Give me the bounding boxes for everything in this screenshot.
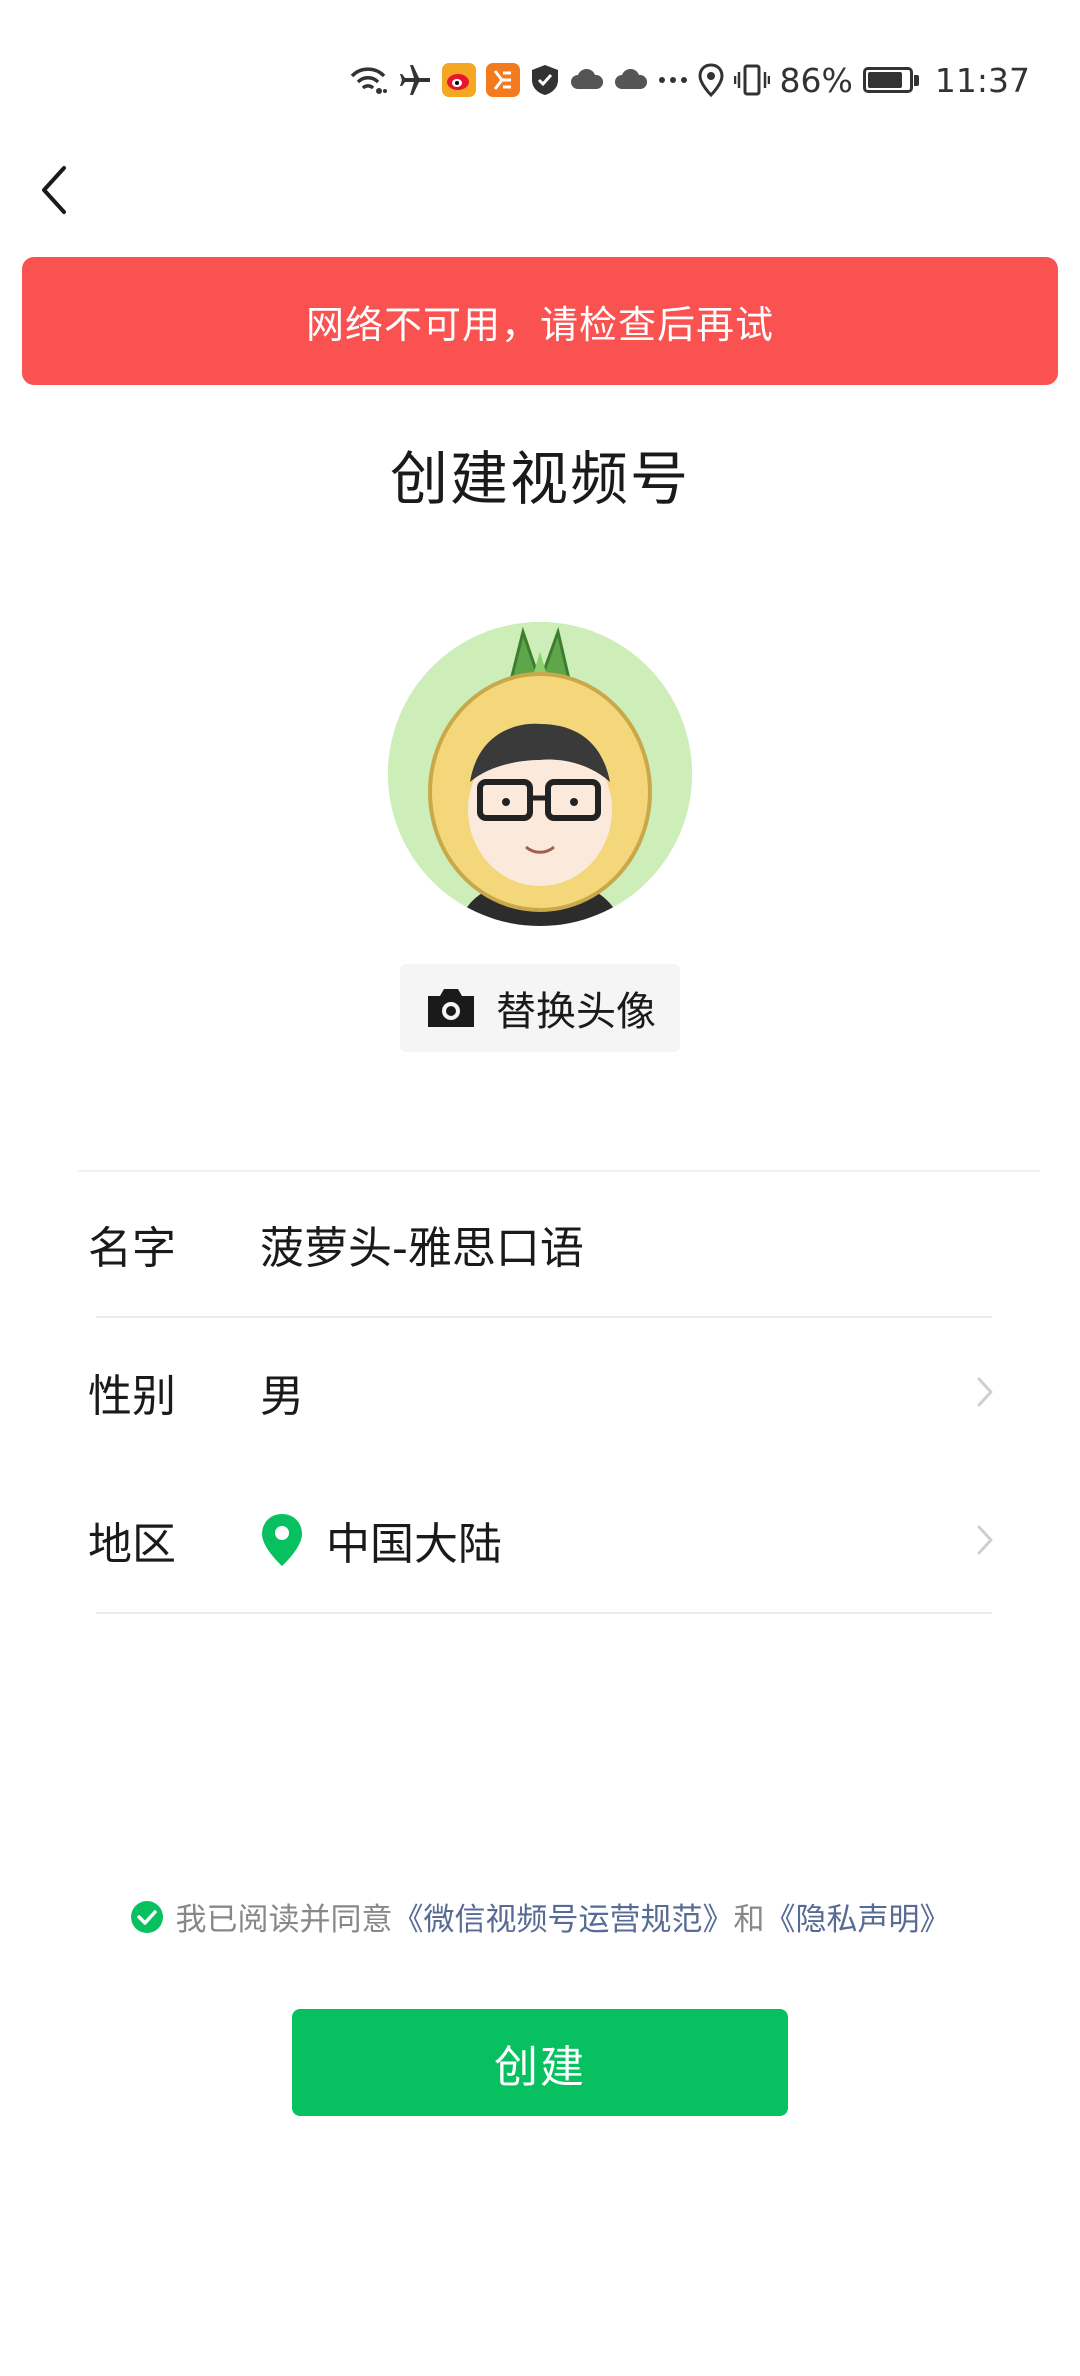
app-icon [485,63,520,97]
chevron-right-icon [976,1376,994,1408]
gender-row[interactable]: 性别 男 [0,1318,1080,1466]
name-field[interactable]: 菠萝头-雅思口语 [260,1212,584,1276]
network-error-text: 网络不可用，请检查后再试 [305,302,774,347]
create-button-label: 创建 [494,2041,586,2093]
wifi-icon [348,64,388,96]
operation-rules-link[interactable]: 《微信视频号运营规范》 [393,1902,734,1938]
gender-label: 性别 [88,1371,176,1422]
agreement-row: 我已阅读并同意《微信视频号运营规范》和《隐私声明》 [0,1894,1080,1939]
network-error-banner: 网络不可用，请检查后再试 [22,257,1058,385]
page-title: 创建视频号 [389,445,690,513]
battery-icon [862,67,919,93]
name-value: 菠萝头-雅思口语 [260,1223,584,1274]
agreement-conjunction: 和 [733,1902,765,1938]
check-circle-icon [130,1900,163,1933]
gender-value: 男 [260,1371,304,1422]
location-pin-icon [262,1514,302,1566]
avatar[interactable] [388,622,692,926]
chevron-right-icon [976,1524,994,1556]
status-bar: 86% 11:37 [348,52,1030,108]
battery-percent: 86% [779,60,853,100]
change-avatar-label: 替换头像 [496,989,656,1035]
chevron-left-icon [42,166,66,214]
clock: 11:37 [934,60,1030,100]
name-label: 名字 [88,1223,176,1274]
change-avatar-button[interactable]: 替换头像 [400,964,680,1052]
shield-icon [530,63,560,97]
back-button[interactable] [26,160,82,220]
more-icon [658,75,688,85]
region-value: 中国大陆 [326,1519,502,1570]
region-label: 地区 [88,1519,176,1570]
region-value-group: 中国大陆 [260,1508,502,1572]
agreement-prefix: 我已阅读并同意 [175,1902,393,1938]
privacy-statement-link[interactable]: 《隐私声明》 [765,1902,951,1938]
cloud-icon [614,69,648,91]
divider [96,1612,992,1614]
location-icon [698,63,724,97]
cloud-icon [570,69,604,91]
avatar-image [388,622,692,926]
vibrate-icon [733,63,770,97]
camera-icon [428,989,474,1027]
profile-form: 名字 菠萝头-雅思口语 性别 男 地区 中国大陆 [0,1170,1080,1614]
airplane-icon [398,63,432,97]
weibo-icon [441,63,476,97]
region-row[interactable]: 地区 中国大陆 [0,1466,1080,1614]
agreement-checkbox[interactable] [130,1900,164,1934]
name-row[interactable]: 名字 菠萝头-雅思口语 [0,1170,1080,1318]
create-button[interactable]: 创建 [292,2009,788,2116]
